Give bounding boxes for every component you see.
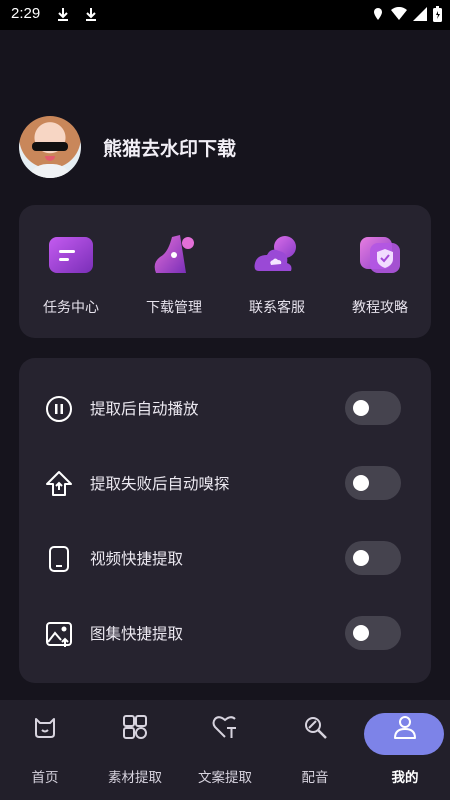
task-center-icon bbox=[49, 237, 93, 273]
quick-action-label: 下载管理 bbox=[146, 300, 202, 316]
customer-service-icon bbox=[254, 236, 296, 271]
material-icon bbox=[123, 715, 147, 739]
setting-row-video-quick: 视频快捷提取 bbox=[19, 521, 431, 596]
setting-label: 图集快捷提取 bbox=[90, 625, 184, 643]
setting-row-autoplay: 提取后自动播放 bbox=[19, 371, 431, 446]
battery-icon bbox=[433, 6, 442, 22]
setting-label: 视频快捷提取 bbox=[90, 550, 184, 568]
location-icon bbox=[374, 8, 382, 20]
dubbing-icon bbox=[305, 717, 327, 739]
quick-action-tutorial[interactable]: 教程攻略 bbox=[335, 233, 425, 317]
setting-row-album-quick: 图集快捷提取 bbox=[19, 596, 431, 671]
nav-label: 配音 bbox=[301, 770, 329, 786]
profile-header[interactable]: 熊猫去水印下载 bbox=[19, 116, 236, 178]
image-icon bbox=[46, 622, 72, 647]
settings-card: 提取后自动播放 提取失败后自动嗅探 视频快捷提取 图集快捷提取 bbox=[19, 358, 431, 683]
quick-action-label: 联系客服 bbox=[249, 300, 305, 316]
download-notification-icon bbox=[58, 8, 68, 21]
wifi-icon bbox=[391, 7, 407, 20]
home-icon bbox=[35, 718, 55, 738]
nav-item-home[interactable]: 首页 bbox=[0, 714, 90, 786]
upload-arrow-icon bbox=[46, 471, 72, 496]
setting-label: 提取后自动播放 bbox=[90, 400, 199, 418]
quick-actions-card: 任务中心 下载管理 联系客服 教程攻略 bbox=[19, 205, 431, 338]
phone-icon bbox=[49, 546, 69, 572]
tutorial-icon bbox=[360, 237, 400, 273]
quick-action-task-center[interactable]: 任务中心 bbox=[26, 233, 116, 317]
video-quick-toggle[interactable] bbox=[345, 541, 401, 575]
signal-icon bbox=[413, 7, 427, 21]
quick-action-label: 任务中心 bbox=[43, 300, 99, 316]
setting-label: 提取失败后自动嗅探 bbox=[90, 475, 230, 493]
status-bar: 2:29 bbox=[0, 0, 450, 30]
setting-row-auto-sniff: 提取失败后自动嗅探 bbox=[19, 446, 431, 521]
album-quick-toggle[interactable] bbox=[345, 616, 401, 650]
auto-sniff-toggle[interactable] bbox=[345, 466, 401, 500]
nav-item-profile[interactable]: 我的 bbox=[360, 714, 450, 786]
status-time: 2:29 bbox=[11, 5, 41, 22]
profile-icon bbox=[394, 716, 416, 739]
autoplay-icon bbox=[46, 396, 72, 422]
text-extract-icon bbox=[212, 716, 236, 738]
avatar[interactable] bbox=[19, 116, 81, 178]
autoplay-toggle[interactable] bbox=[345, 391, 401, 425]
download-manager-icon bbox=[154, 235, 194, 273]
username: 熊猫去水印下载 bbox=[103, 137, 237, 160]
nav-item-dubbing[interactable]: 配音 bbox=[270, 714, 360, 786]
nav-item-text-extract[interactable]: 文案提取 bbox=[180, 714, 270, 786]
quick-action-label: 教程攻略 bbox=[352, 300, 408, 316]
nav-label: 首页 bbox=[31, 770, 59, 786]
nav-item-material[interactable]: 素材提取 bbox=[90, 714, 180, 786]
bottom-nav: 首页 素材提取 文案提取 配音 我的 bbox=[0, 700, 450, 800]
download-notification-icon bbox=[86, 8, 96, 21]
nav-label: 我的 bbox=[391, 770, 419, 786]
nav-label: 文案提取 bbox=[198, 770, 252, 786]
nav-label: 素材提取 bbox=[108, 770, 162, 786]
quick-action-customer-service[interactable]: 联系客服 bbox=[232, 233, 322, 317]
quick-action-download-manager[interactable]: 下载管理 bbox=[129, 233, 219, 317]
